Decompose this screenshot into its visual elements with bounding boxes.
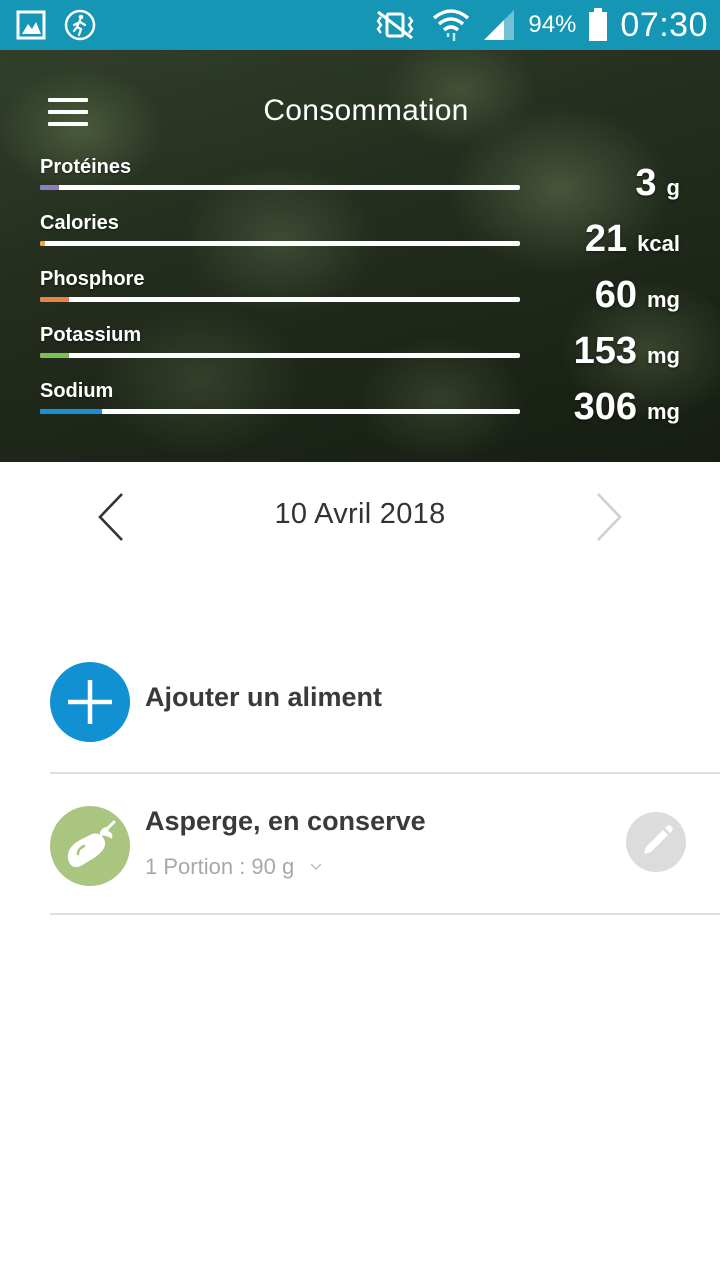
nutrient-amount: 153 bbox=[573, 330, 637, 372]
nutrient-label: Phosphore bbox=[40, 268, 145, 290]
nutrient-value: 153 mg bbox=[574, 330, 680, 373]
nutrient-amount: 21 bbox=[584, 218, 628, 260]
nutrient-unit: mg bbox=[647, 287, 680, 312]
nutrient-value: 3g bbox=[635, 162, 680, 205]
food-avatar bbox=[50, 806, 130, 886]
date-navigation: 10 Avril 2018 bbox=[0, 462, 720, 572]
nutrient-progress-bar bbox=[40, 241, 520, 246]
nutrient-progress-bar bbox=[40, 185, 520, 190]
divider bbox=[50, 913, 720, 915]
battery-percent: 94% bbox=[528, 11, 577, 38]
nutrient-progress-fill bbox=[40, 241, 45, 246]
nutrient-progress-bar bbox=[40, 353, 520, 358]
portion-label: 1 Portion : 90 g bbox=[145, 854, 295, 879]
gallery-icon bbox=[16, 10, 46, 40]
divider bbox=[50, 772, 720, 774]
nutrient-progress-fill bbox=[40, 353, 69, 358]
nutrient-proteines: Protéines 3g bbox=[40, 156, 680, 212]
nutrient-amount: 3 bbox=[635, 162, 657, 204]
plus-icon bbox=[68, 680, 112, 724]
portion-selector[interactable]: 1 Portion : 90 g bbox=[145, 854, 322, 880]
nutrient-progress-fill bbox=[40, 297, 69, 302]
food-name: Asperge, en conserve bbox=[145, 806, 426, 836]
nutrient-progress-fill bbox=[40, 409, 103, 414]
nutrient-potassium: Potassium 153 mg bbox=[40, 324, 680, 380]
nutrient-value: 60 mg bbox=[595, 274, 680, 317]
add-circle[interactable] bbox=[50, 662, 130, 742]
battery-icon bbox=[589, 8, 608, 41]
signal-icon bbox=[484, 10, 515, 40]
nutrient-label: Calories bbox=[40, 212, 119, 234]
chevron-down-icon bbox=[310, 863, 322, 871]
consumption-header: Consommation Protéines 3g Calories 21 kca… bbox=[0, 50, 720, 462]
nutrient-amount: 306 bbox=[573, 386, 637, 428]
status-bar: 94% 07:30 bbox=[0, 0, 720, 50]
chevron-right-icon[interactable] bbox=[588, 492, 628, 542]
nutrient-phosphore: Phosphore 60 mg bbox=[40, 268, 680, 324]
nutrient-value: 306 mg bbox=[574, 386, 680, 429]
list-item[interactable]: Asperge, en conserve 1 Portion : 90 g bbox=[50, 806, 720, 886]
nutrient-progress-fill bbox=[40, 185, 60, 190]
nutrient-label: Protéines bbox=[40, 156, 132, 178]
wifi-icon bbox=[433, 9, 470, 41]
nutrient-amount: 60 bbox=[594, 274, 637, 316]
vibrate-mute-icon bbox=[376, 10, 414, 40]
clock: 07:30 bbox=[620, 5, 708, 44]
edit-button[interactable] bbox=[626, 812, 686, 872]
add-food-label[interactable]: Ajouter un aliment bbox=[145, 682, 382, 713]
nutrient-calories: Calories 21 kcal bbox=[40, 212, 680, 268]
fitness-icon bbox=[64, 9, 96, 41]
nutrient-unit: kcal bbox=[637, 231, 680, 256]
nutrient-value: 21 kcal bbox=[585, 218, 680, 261]
nutrient-progress-bar bbox=[40, 297, 520, 302]
page-title: Consommation bbox=[263, 94, 469, 127]
nutrient-unit: mg bbox=[647, 343, 680, 368]
nutrient-sodium: Sodium 306 mg bbox=[40, 380, 680, 436]
nutrient-label: Potassium bbox=[40, 324, 142, 346]
nutrient-progress-bar bbox=[40, 409, 520, 414]
nutrient-unit: mg bbox=[647, 399, 680, 424]
pencil-icon bbox=[644, 825, 673, 854]
add-food-button[interactable]: Ajouter un aliment bbox=[50, 662, 670, 742]
eggplant-icon bbox=[67, 820, 116, 868]
nutrient-label: Sodium bbox=[40, 380, 114, 402]
nutrient-unit: g bbox=[666, 175, 680, 200]
